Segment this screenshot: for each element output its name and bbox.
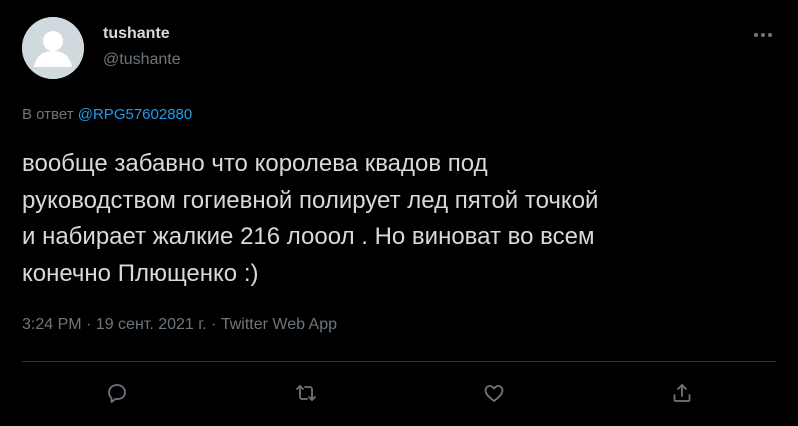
retweet-button[interactable] xyxy=(291,378,321,408)
share-icon xyxy=(673,384,691,402)
reply-button[interactable] xyxy=(102,378,132,408)
reply-icon xyxy=(108,384,126,403)
share-button[interactable] xyxy=(667,378,697,408)
divider xyxy=(22,361,776,362)
more-icon xyxy=(754,33,772,37)
author-name[interactable]: tushante xyxy=(103,25,170,43)
reply-mention-link[interactable]: @RPG57602880 xyxy=(78,106,192,123)
tweet-text: вообще забавно что королева квадов под р… xyxy=(22,150,599,287)
author-handle[interactable]: @tushante xyxy=(103,51,181,69)
default-avatar-icon xyxy=(22,17,84,79)
like-icon xyxy=(484,385,504,402)
reply-context: В ответ @RPG57602880 xyxy=(22,106,192,123)
reply-prefix: В ответ xyxy=(22,106,74,123)
more-options-button[interactable] xyxy=(752,28,774,42)
retweet-icon xyxy=(296,385,316,401)
like-button[interactable] xyxy=(479,378,509,408)
avatar[interactable] xyxy=(22,17,84,79)
tweet-meta: 3:24 PM · 19 сент. 2021 г. · Twitter Web… xyxy=(22,316,338,333)
